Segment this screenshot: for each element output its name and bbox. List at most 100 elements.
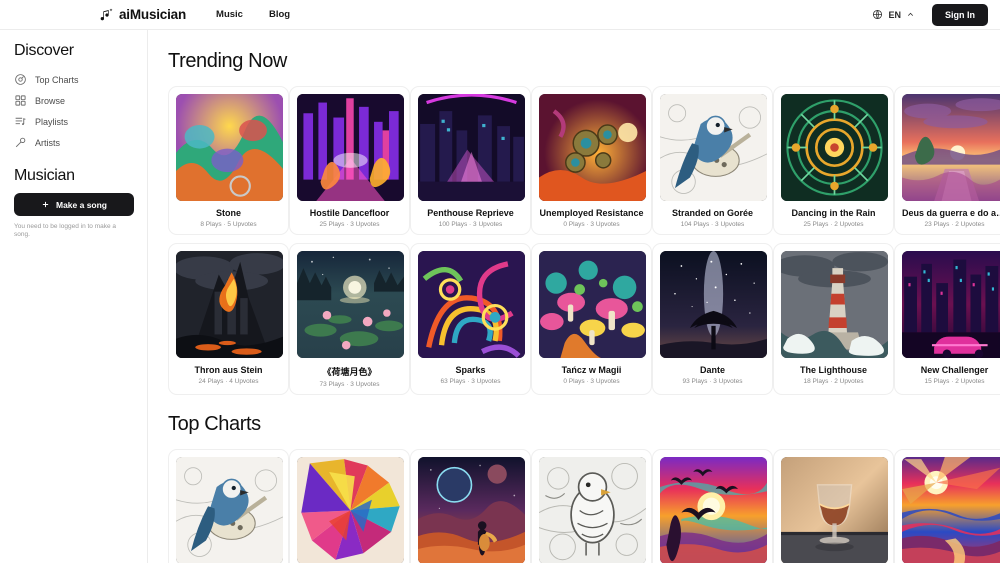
brand-name: aiMusician — [119, 7, 187, 22]
language-value: EN — [888, 9, 901, 20]
sidebar-item-label: Artists — [35, 137, 61, 148]
song-card[interactable]: Dancing in the Rain 25 Plays · 2 Upvotes — [773, 86, 894, 235]
sidebar-item-label: Top Charts — [35, 74, 79, 85]
song-cover-art[interactable] — [902, 94, 1000, 201]
sidebar-item-artists[interactable]: Artists — [14, 132, 133, 153]
song-cover-art[interactable] — [902, 251, 1000, 358]
music-note-sparkle-icon — [100, 7, 113, 20]
song-cover-art[interactable] — [418, 457, 525, 563]
sidebar-heading-musician: Musician — [14, 167, 75, 184]
sidebar-heading-discover: Discover — [14, 42, 74, 59]
main-content: Trending Now Stone 8 Plays · 5 Upvotes Hos… — [148, 30, 1000, 563]
section-top-charts: Top Charts Stranded on Gorée104 Plays · … — [168, 413, 1000, 563]
card-row: Stone 8 Plays · 5 Upvotes Hostile Danceflo… — [168, 86, 1000, 235]
card-row: Thron aus Stein 24 Plays · 4 Upvotes 《荷塘月色… — [168, 243, 1000, 395]
song-cover-art[interactable] — [176, 457, 283, 563]
song-title: Penthouse Reprieve — [427, 208, 514, 218]
song-cover-art[interactable] — [660, 251, 767, 358]
song-title: Hostile Dancefloor — [309, 208, 390, 218]
song-card[interactable]: Stranded on Gorée 104 Plays · 3 Upvotes — [652, 86, 773, 235]
language-selector[interactable]: EN — [865, 5, 922, 24]
song-card[interactable]: 《荷塘月色》 73 Plays · 3 Upvotes — [289, 243, 410, 395]
song-card[interactable]: Penthouse Reprieve 100 Plays · 3 Upvotes — [410, 86, 531, 235]
song-cover-art[interactable] — [660, 94, 767, 201]
song-card[interactable]: Hostile Dancefloor 25 Plays · 3 Upvotes — [289, 86, 410, 235]
song-title: Deus da guerra e do am... — [902, 208, 1000, 218]
sidebar-item-top-charts[interactable]: Top Charts — [14, 69, 133, 90]
song-card[interactable]: Unemployed Resistance 0 Plays · 3 Upvotes — [531, 86, 652, 235]
song-cover-art[interactable] — [781, 457, 888, 563]
nav-link-blog[interactable]: Blog — [269, 9, 290, 20]
song-card[interactable]: Thron aus Stein 24 Plays · 4 Upvotes — [168, 243, 289, 395]
song-stats: 8 Plays · 5 Upvotes — [200, 221, 257, 228]
song-card[interactable]: New Challenger 15 Plays · 2 Upvotes — [894, 243, 1000, 395]
song-card[interactable]: Sparks 63 Plays · 3 Upvotes — [410, 243, 531, 395]
sidebar-item-label: Browse — [35, 95, 66, 106]
song-cover-art[interactable] — [902, 457, 1000, 563]
song-stats: 93 Plays · 3 Upvotes — [682, 378, 743, 385]
chevron-up-icon — [907, 12, 914, 16]
song-card[interactable]: A pint of beer66 Plays · 2 Upvotes — [531, 449, 652, 563]
song-stats: 63 Plays · 3 Upvotes — [440, 378, 501, 385]
song-cover-art[interactable] — [297, 457, 404, 563]
login-hint-text: You need to be logged in to make a song. — [14, 223, 117, 239]
song-card[interactable]: The Final Pour41 Plays · 0 Upvotes — [773, 449, 894, 563]
song-title: Tańcz w Magii — [561, 365, 622, 375]
song-cover-art[interactable] — [539, 457, 646, 563]
song-stats: 18 Plays · 2 Upvotes — [803, 378, 864, 385]
song-stats: 24 Plays · 4 Upvotes — [198, 378, 259, 385]
song-cover-art[interactable] — [539, 94, 646, 201]
song-cover-art[interactable] — [418, 94, 525, 201]
song-stats: 25 Plays · 3 Upvotes — [319, 221, 380, 228]
song-cover-art[interactable] — [781, 251, 888, 358]
song-title: Sparks — [455, 365, 486, 375]
nav-link-music[interactable]: Music — [216, 9, 243, 20]
song-card[interactable]: Alien Symphony 278 Plays · 1 Upvotes — [410, 449, 531, 563]
song-stats: 23 Plays · 2 Upvotes — [924, 221, 985, 228]
song-cover-art[interactable] — [176, 94, 283, 201]
song-cover-art[interactable] — [539, 251, 646, 358]
song-card[interactable]: Chasing Rainbows33 Plays · 1 Upvotes — [894, 449, 1000, 563]
song-card[interactable]: Deus da guerra e do am... 23 Plays · 2 Up… — [894, 86, 1000, 235]
section-trending-now: Trending Now Stone 8 Plays · 5 Upvotes Hos… — [168, 50, 1000, 395]
song-stats: 15 Plays · 2 Upvotes — [924, 378, 985, 385]
song-card[interactable]: On s'était donné rendez...97 Plays · 1 U… — [289, 449, 410, 563]
song-card[interactable]: Stranded on Gorée104 Plays · 3 Upvotes — [168, 449, 289, 563]
song-title: Dancing in the Rain — [791, 208, 876, 218]
sign-in-button[interactable]: Sign In — [932, 3, 988, 26]
card-row: Stranded on Gorée104 Plays · 3 UpvotesOn… — [168, 449, 1000, 563]
disc-chart-icon — [15, 74, 26, 85]
section-title: Trending Now — [168, 50, 287, 72]
song-stats: 0 Plays · 3 Upvotes — [563, 221, 620, 228]
song-cover-art[interactable] — [297, 251, 404, 358]
song-card[interactable]: Tańcz w Magii 0 Plays · 3 Upvotes — [531, 243, 652, 395]
make-a-song-label: Make a song — [55, 199, 108, 210]
song-stats: 104 Plays · 3 Upvotes — [680, 221, 745, 228]
sidebar-item-playlists[interactable]: Playlists — [14, 111, 133, 132]
song-card[interactable]: The Lighthouse 18 Plays · 2 Upvotes — [773, 243, 894, 395]
song-card[interactable]: Conditions62 Plays · 1 Upvotes — [652, 449, 773, 563]
song-title: Stone — [215, 208, 241, 218]
song-cover-art[interactable] — [660, 457, 767, 563]
make-a-song-button[interactable]: Make a song — [14, 193, 134, 216]
grid-icon — [15, 95, 26, 106]
song-cover-art[interactable] — [781, 94, 888, 201]
song-cover-art[interactable] — [418, 251, 525, 358]
playlist-icon — [15, 117, 26, 126]
song-title: Unemployed Resistance — [539, 208, 644, 218]
song-stats: 25 Plays · 2 Upvotes — [803, 221, 864, 228]
brand-logo[interactable]: aiMusician — [98, 7, 186, 23]
song-card[interactable]: Dante 93 Plays · 3 Upvotes — [652, 243, 773, 395]
song-cover-art[interactable] — [297, 94, 404, 201]
primary-nav: Music Blog — [216, 9, 290, 20]
song-title: 《荷塘月色》 — [322, 367, 377, 377]
song-cover-art[interactable] — [176, 251, 283, 358]
song-stats: 100 Plays · 3 Upvotes — [438, 221, 503, 228]
song-title: Dante — [699, 365, 725, 375]
song-card[interactable]: Stone 8 Plays · 5 Upvotes — [168, 86, 289, 235]
song-title: Stranded on Gorée — [671, 208, 753, 218]
sidebar-item-browse[interactable]: Browse — [14, 90, 133, 111]
song-title: The Lighthouse — [800, 365, 867, 375]
top-bar-right-controls: EN Sign In — [865, 3, 988, 26]
microphone-icon — [15, 137, 26, 148]
